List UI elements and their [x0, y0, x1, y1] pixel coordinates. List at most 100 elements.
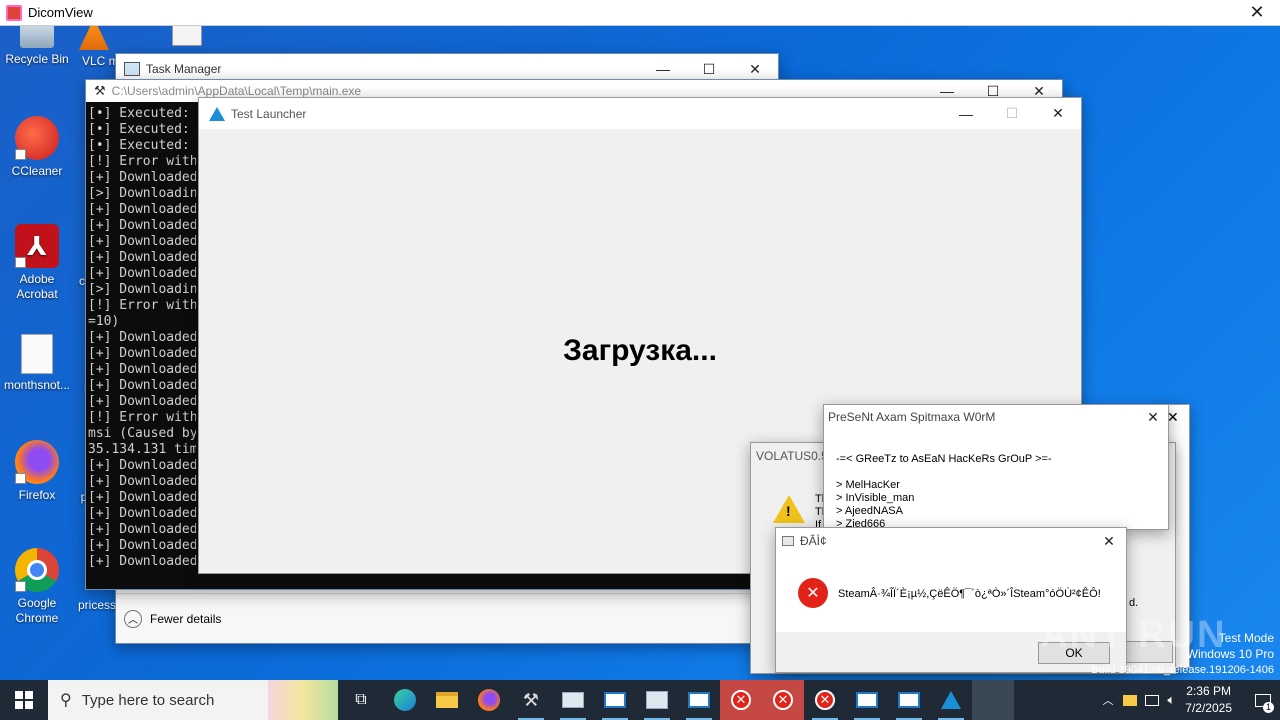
test-launcher-title: Test Launcher	[231, 106, 307, 121]
console-line: [+] Downloaded	[88, 394, 196, 409]
desktop-icon-google-chrome[interactable]: Google Chrome	[0, 548, 74, 626]
console-line: [>] Downloadin	[88, 186, 196, 201]
window-app-icon	[604, 692, 626, 708]
window-app-icon	[562, 692, 584, 708]
error-icon: ✕	[731, 690, 751, 710]
desktop-icon-label: CCleaner	[11, 164, 63, 178]
taskbar-app-a[interactable]	[552, 680, 594, 720]
firefox-icon	[15, 440, 59, 484]
acrobat-icon: ⅄	[15, 224, 59, 268]
taskbar-app-c[interactable]	[678, 680, 720, 720]
console-line: [+] Downloaded	[88, 554, 196, 569]
maximize-icon[interactable]: ☐	[989, 99, 1035, 129]
error-icon: ✕	[773, 690, 793, 710]
dicomview-window-titlebar[interactable]: DicomView ✕	[0, 0, 1280, 26]
taskbar-launcher[interactable]	[930, 680, 972, 720]
console-line: [+] Downloaded	[88, 234, 196, 249]
chevron-up-icon[interactable]: ︿	[124, 609, 142, 628]
console-line: [!] Error with	[88, 410, 196, 425]
clock-date: 7/2/2025	[1185, 701, 1232, 715]
taskbar-app-e[interactable]	[888, 680, 930, 720]
chrome-icon	[15, 548, 59, 592]
console-line: [•] Executed:	[88, 138, 190, 153]
window-app-icon	[856, 692, 878, 708]
taskbar-firefox[interactable]	[468, 680, 510, 720]
desktop-icon-monthsnot[interactable]: monthsnot...	[0, 334, 74, 393]
desktop-icon-label: Firefox	[18, 488, 56, 502]
desktop-icon-adobe-acrobat[interactable]: ⅄ Adobe Acrobat	[0, 224, 74, 302]
folder-icon	[436, 692, 458, 708]
task-manager-footer[interactable]: ︿ Fewer details	[116, 593, 778, 643]
present-titlebar[interactable]: PreSeNt Axam Spitmaxa W0rM ✕	[824, 405, 1168, 429]
console-line: [•] Executed:	[88, 122, 190, 137]
close-icon[interactable]: ✕	[1092, 528, 1126, 554]
launcher-app-icon	[209, 106, 225, 121]
task-manager-icon	[124, 62, 140, 76]
hammer-icon: ⚒	[522, 689, 540, 710]
console-line: 35.134.131 tim	[88, 442, 196, 457]
desktop-icon-firefox[interactable]: Firefox	[0, 440, 74, 503]
desktop-icon-ccleaner[interactable]: CCleaner	[0, 116, 74, 179]
console-line: [>] Downloadin	[88, 282, 196, 297]
taskbar-error-3[interactable]: ✕	[804, 680, 846, 720]
taskbar-error-1[interactable]: ✕	[720, 680, 762, 720]
console-line: [+] Downloaded	[88, 362, 196, 377]
start-button[interactable]	[0, 680, 48, 720]
firefox-icon	[478, 689, 500, 711]
volatus-trailing-text: d.	[1129, 597, 1139, 609]
console-title: C:\Users\admin\AppData\Local\Temp\main.e…	[111, 84, 362, 98]
console-line: [+] Downloaded	[88, 474, 196, 489]
error-message: SteamÂ·¾ÎÏ´È¡µ½,ÇëÊÖ¶¯´ò¿ªÒ»´ÎSteam°óÖÙ²…	[838, 588, 1101, 600]
present-title: PreSeNt Axam Spitmaxa W0rM	[828, 410, 996, 424]
taskbar-error-2[interactable]: ✕	[762, 680, 804, 720]
name-line: > AjeedNASA	[836, 505, 903, 517]
network-icon[interactable]	[1145, 694, 1160, 706]
console-line: [+] Downloaded	[88, 522, 196, 537]
search-box[interactable]: ⚲ Type here to search	[48, 680, 338, 720]
window-app-icon	[898, 692, 920, 708]
desktop-icon-label: Adobe Acrobat	[16, 272, 58, 301]
clock-time: 2:36 PM	[1186, 684, 1231, 698]
console-line: [+] Downloaded	[88, 266, 196, 281]
taskbar-console[interactable]: ⚒	[510, 680, 552, 720]
console-line: [+] Downloaded	[88, 506, 196, 521]
console-line: [+] Downloaded	[88, 170, 196, 185]
console-line: [+] Downloaded	[88, 538, 196, 553]
taskbar-edge[interactable]	[384, 680, 426, 720]
taskbar-app-d[interactable]	[846, 680, 888, 720]
console-line: [+] Downloaded	[88, 202, 196, 217]
folder-tray-icon[interactable]	[1123, 694, 1138, 706]
error-titlebar[interactable]: ÐÂÌ¢ ✕	[776, 528, 1126, 554]
launcher-app-icon	[941, 691, 961, 709]
hammer-icon: ⚒	[94, 83, 106, 98]
fewer-details-link[interactable]: Fewer details	[150, 612, 221, 626]
chevron-up-icon[interactable]: ︿	[1102, 692, 1113, 708]
task-view-button[interactable]: ⧉	[338, 680, 384, 720]
taskbar-app-b[interactable]	[594, 680, 636, 720]
console-line: [+] Downloaded	[88, 458, 196, 473]
taskbar: ⚲ Type here to search ⧉ ⚒ ✕ ✕ ✕ ︿ 🔈︎ 2:3…	[0, 680, 1280, 720]
notification-center-button[interactable]: 1	[1246, 680, 1280, 720]
close-icon[interactable]: ✕	[1138, 405, 1168, 429]
console-line: [+] Downloaded	[88, 250, 196, 265]
task-view-icon: ⧉	[355, 691, 367, 708]
console-line: [•] Executed:	[88, 106, 190, 121]
windows-logo-icon	[15, 691, 33, 709]
clock[interactable]: 2:36 PM 7/2/2025	[1185, 683, 1232, 717]
dicomview-title: DicomView	[28, 5, 93, 20]
taskbar-task-manager[interactable]	[636, 680, 678, 720]
minimize-icon[interactable]: —	[943, 99, 989, 129]
close-icon[interactable]: ✕	[1035, 99, 1081, 129]
system-tray: ︿ 🔈︎ 2:36 PM 7/2/2025 1	[1102, 680, 1280, 720]
volume-icon[interactable]: 🔈︎	[1167, 692, 1175, 708]
console-line: [+] Downloaded	[88, 346, 196, 361]
console-line: [+] Downloaded	[88, 218, 196, 233]
test-launcher-titlebar[interactable]: Test Launcher — ☐ ✕	[199, 98, 1081, 129]
taskbar-file-explorer[interactable]	[426, 680, 468, 720]
image-file-icon	[21, 334, 53, 374]
notification-count-badge: 1	[1263, 702, 1274, 713]
taskbar-blank[interactable]	[972, 680, 1014, 720]
close-icon[interactable]: ✕	[1234, 0, 1280, 28]
dicomview-app-icon	[6, 4, 22, 21]
volatus-title: VOLATUS0.5	[756, 449, 828, 463]
